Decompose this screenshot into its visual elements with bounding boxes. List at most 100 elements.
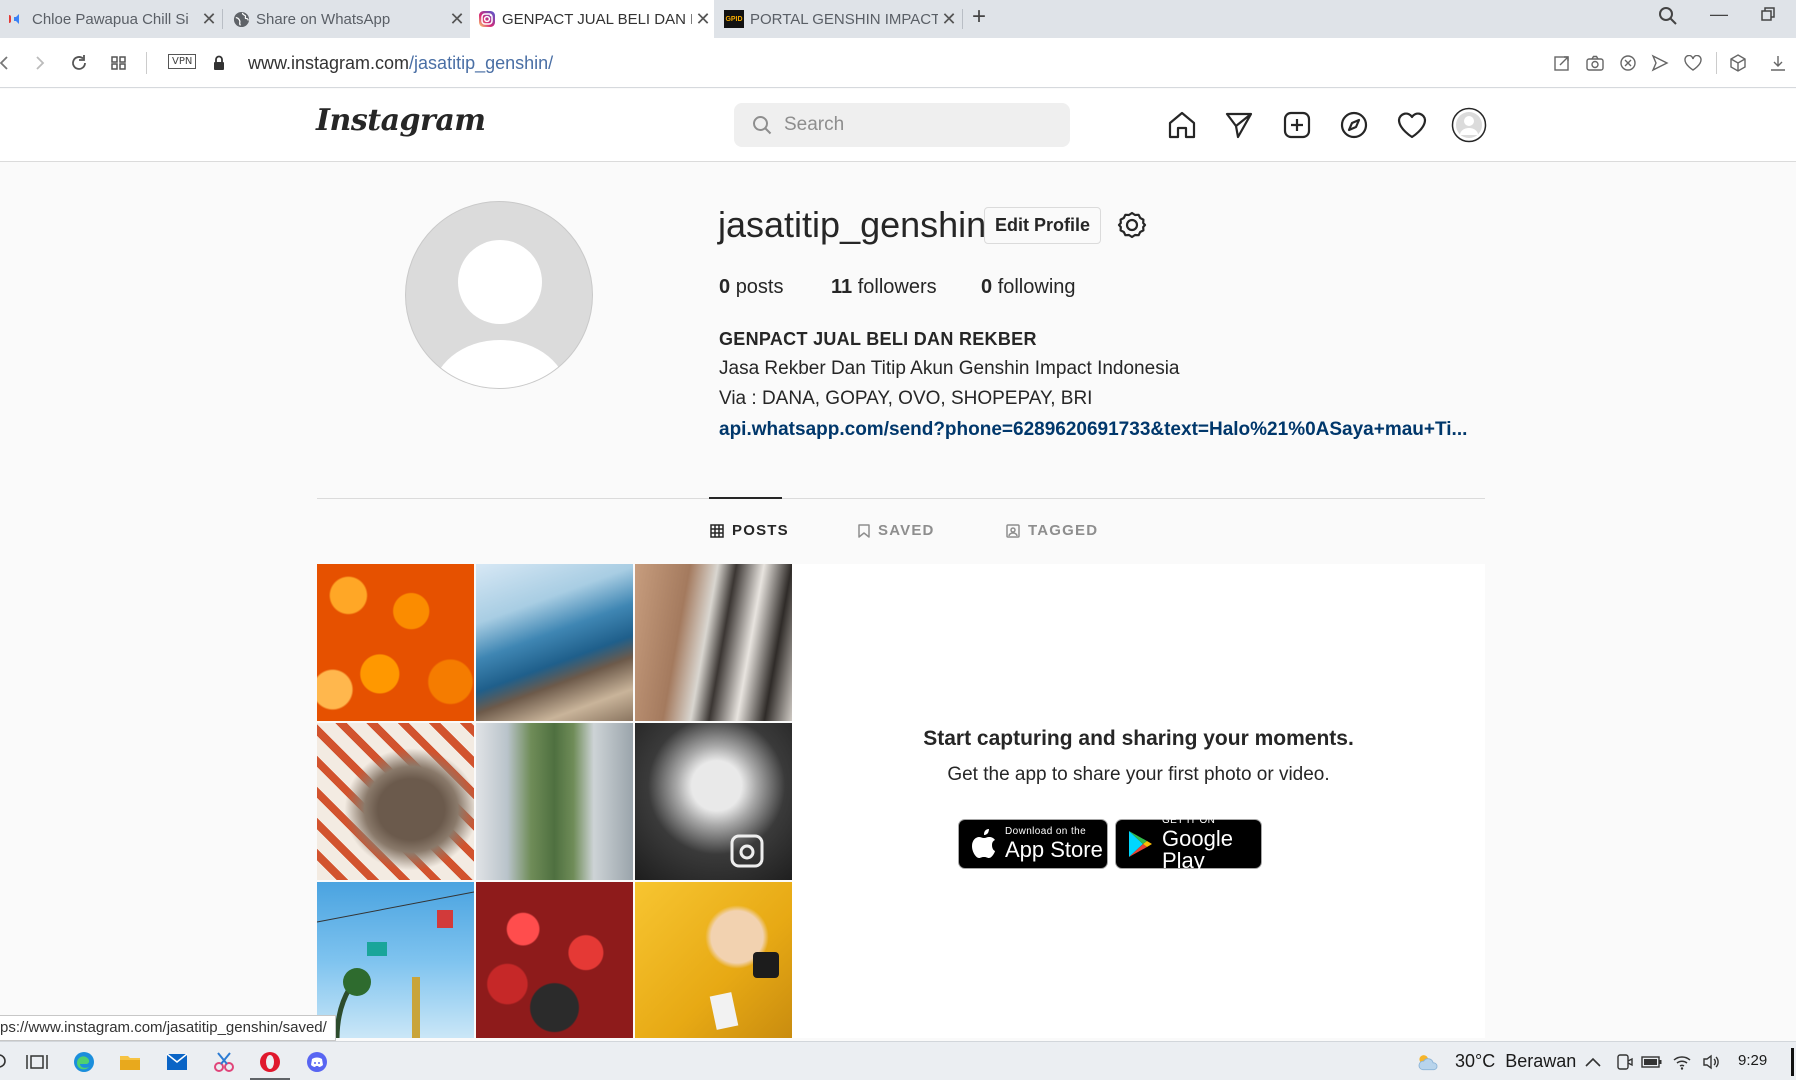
status-bar-url: ps://www.instagram.com/jasatitip_genshin… [0,1015,336,1041]
weather-cloudy-icon[interactable] [1416,1050,1440,1074]
profile-avatar-icon[interactable] [1451,107,1487,143]
search-icon[interactable] [0,1050,12,1074]
lock-icon[interactable] [206,50,232,76]
active-tab-indicator [709,497,782,499]
speaker-icon [8,10,26,28]
weather-text[interactable]: 30°C Berawan [1455,1051,1576,1072]
home-icon[interactable] [1164,107,1200,143]
google-play-icon [1128,830,1154,858]
empty-posts-panel: Start capturing and sharing your moments… [792,564,1485,1038]
adblock-icon[interactable] [1616,51,1640,75]
sample-photo-oranges [317,564,474,721]
mail-icon[interactable] [165,1050,189,1074]
battery-icon[interactable] [1640,1050,1664,1074]
browser-tab-1[interactable]: Chloe Pawapua Chill Si ✕ [0,0,220,38]
system-clock[interactable]: 9:29 [1738,1052,1767,1069]
grid-icon [710,523,724,538]
file-explorer-icon[interactable] [118,1050,142,1074]
url-domain: www.instagram.com [248,53,410,73]
gpid-icon: GPID [724,10,744,28]
reload-icon[interactable] [66,50,92,76]
following-link[interactable]: 0 following [981,276,1076,299]
volume-icon[interactable] [1700,1050,1724,1074]
browser-tab-3-active[interactable]: GENPACT JUAL BELI DAN R ✕ [470,0,714,38]
new-tab-button[interactable]: + [972,3,986,31]
speed-dial-icon[interactable] [106,50,132,76]
browser-tab-2[interactable]: Share on WhatsApp ✕ [224,0,468,38]
search-icon [752,115,772,135]
task-view-icon[interactable] [25,1050,49,1074]
empty-state-subtitle: Get the app to share your first photo or… [947,764,1330,785]
sample-photo-sky-gondola [317,882,474,1038]
sample-photo-cactus [476,723,633,880]
wifi-icon[interactable] [1670,1050,1694,1074]
address-bar: VPN www.instagram.com/jasatitip_genshin/ [0,38,1796,88]
bookmark-icon [858,523,870,538]
url-field[interactable]: www.instagram.com/jasatitip_genshin/ [248,53,553,74]
camera-icon[interactable] [1583,51,1607,75]
apple-icon [971,829,997,859]
sample-photo-flowers [476,882,633,1038]
browser-tab-4[interactable]: GPID PORTAL GENSHIN IMPACT ✕ [716,0,960,38]
new-post-icon[interactable] [1279,107,1315,143]
sample-photo-grid [317,564,792,1038]
cube-icon[interactable] [1726,51,1750,75]
opera-icon[interactable] [258,1050,282,1074]
avatar-head-silhouette [458,240,542,324]
sample-photo-cat [635,882,792,1038]
tag-person-icon [1006,523,1020,538]
bio-whatsapp-link[interactable]: api.whatsapp.com/send?phone=628962069173… [719,419,1467,441]
heart-icon[interactable] [1681,51,1705,75]
globe-icon [232,10,250,28]
tab-search-icon[interactable] [1658,6,1678,31]
tab-saved[interactable]: SAVED [858,522,935,539]
posts-count: 0 posts [719,276,784,298]
download-icon[interactable] [1766,51,1790,75]
direct-message-icon[interactable] [1221,107,1257,143]
empty-state-title: Start capturing and sharing your moments… [923,727,1354,750]
restore-button[interactable] [1760,6,1776,27]
instagram-logo[interactable]: Instagram [316,103,486,138]
profile-username: jasatitip_genshin [718,204,987,245]
profile-full-name: GENPACT JUAL BELI DAN REKBER [719,329,1037,349]
search-input[interactable]: Search [734,103,1070,147]
tabs-divider [317,498,1485,499]
sample-photo-dog [317,723,474,880]
back-icon[interactable] [0,50,18,76]
close-tab-icon[interactable]: ✕ [446,9,468,30]
discord-icon[interactable] [305,1050,329,1074]
close-tab-icon[interactable]: ✕ [938,9,960,30]
bio-line-2: Via : DANA, GOPAY, OVO, SHOPEPAY, BRI [719,388,1093,409]
show-desktop-button[interactable] [1791,1048,1794,1076]
minimize-button[interactable]: — [1710,4,1728,25]
tab-tagged[interactable]: TAGGED [1006,522,1098,539]
close-tab-icon[interactable]: ✕ [198,9,220,30]
edit-profile-button[interactable]: Edit Profile [984,207,1101,244]
sample-photo-coast [476,564,633,721]
app-store-button[interactable]: Download on the App Store [958,819,1108,869]
instagram-header: Instagram Search [0,89,1796,162]
profile-avatar[interactable] [405,201,593,389]
close-tab-icon[interactable]: ✕ [692,9,714,30]
vpn-badge[interactable]: VPN [168,54,197,69]
chevron-up-icon[interactable] [1581,1050,1605,1074]
sample-photo-baby [635,723,792,880]
explore-icon[interactable] [1336,107,1372,143]
tab-posts[interactable]: POSTS [710,522,789,539]
sample-photo-photobooth [635,564,792,721]
followers-link[interactable]: 11 followers [831,276,937,299]
send-icon[interactable] [1648,51,1672,75]
search-placeholder: Search [784,114,845,135]
edge-icon[interactable] [72,1050,96,1074]
avatar-body-silhouette [432,340,568,388]
instagram-icon [478,10,496,28]
settings-gear-icon[interactable] [1116,209,1148,241]
browser-tab-bar: Chloe Pawapua Chill Si ✕ Share on WhatsA… [0,0,1796,38]
snipping-tool-icon[interactable] [212,1050,236,1074]
google-play-button[interactable]: GET IT ON Google Play [1115,816,1262,872]
meet-now-icon[interactable] [1612,1050,1636,1074]
snapshot-share-icon[interactable] [1550,51,1574,75]
activity-heart-icon[interactable] [1394,107,1430,143]
forward-icon[interactable] [26,50,52,76]
windows-taskbar: 30°C Berawan 9:29 [0,1041,1796,1080]
